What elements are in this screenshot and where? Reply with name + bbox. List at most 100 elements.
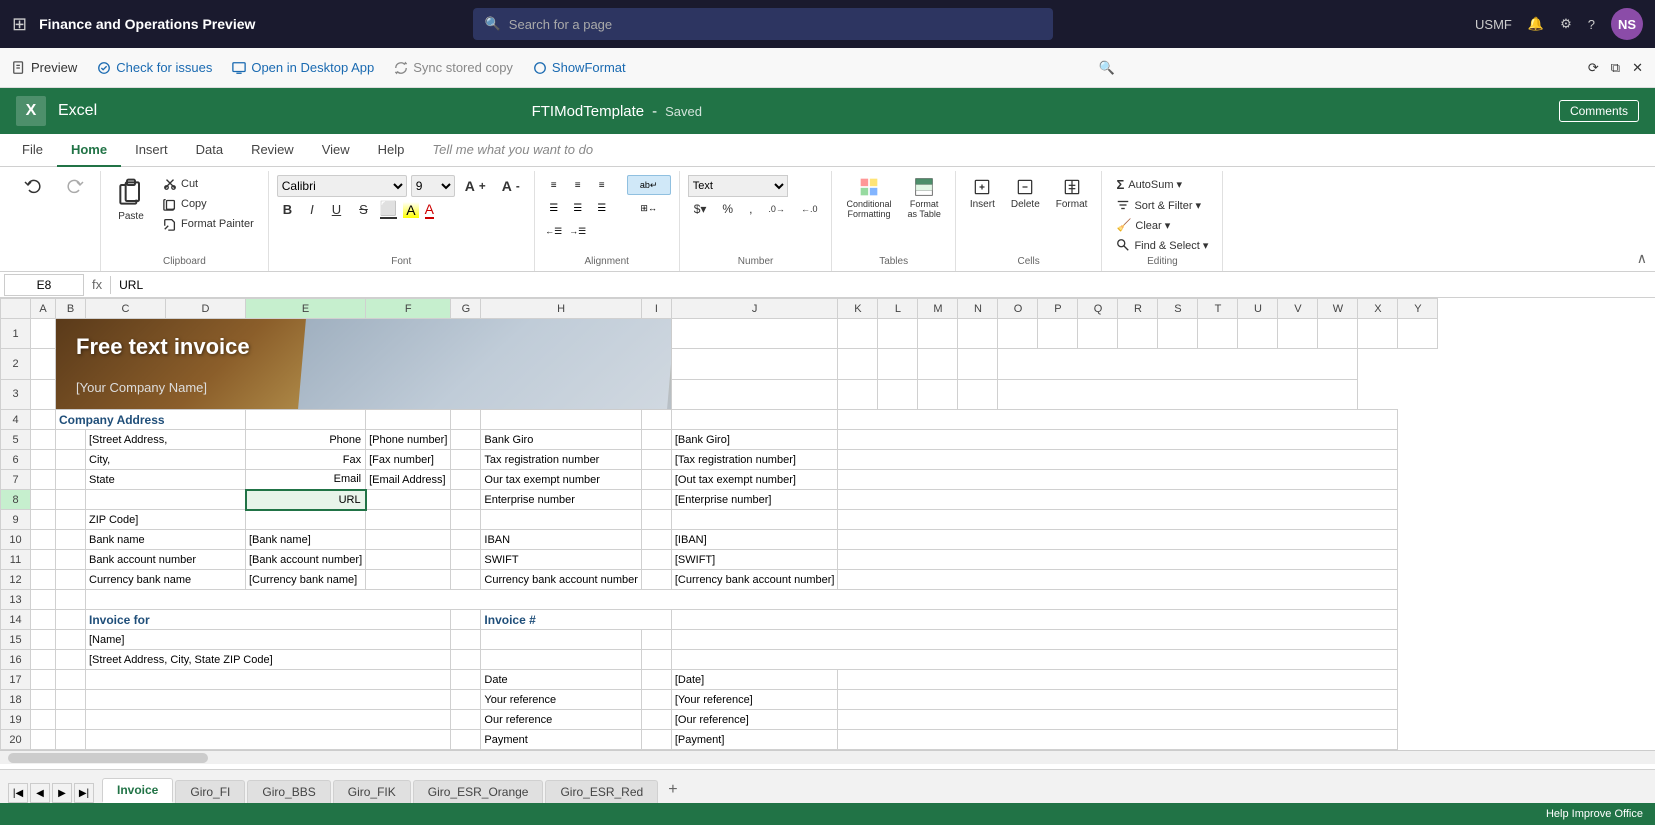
row-header-4[interactable]: 4 bbox=[1, 410, 31, 430]
col-header-n[interactable]: N bbox=[958, 299, 998, 319]
user-avatar[interactable]: NS bbox=[1611, 8, 1643, 40]
search-bar[interactable]: 🔍 Search for a page bbox=[473, 8, 1053, 40]
cell-i9[interactable] bbox=[641, 510, 671, 530]
cell-b8[interactable] bbox=[56, 490, 86, 510]
cell-h18[interactable]: Your reference bbox=[481, 690, 641, 710]
cell-j3[interactable] bbox=[671, 379, 838, 409]
cell-o1[interactable] bbox=[998, 319, 1038, 349]
cell-b4[interactable]: Company Address bbox=[56, 410, 246, 430]
cell-k5[interactable] bbox=[838, 430, 1398, 450]
col-header-w[interactable]: W bbox=[1318, 299, 1358, 319]
minimize-icon[interactable]: ⟳ bbox=[1588, 60, 1599, 76]
cell-e10[interactable]: [Bank name] bbox=[246, 530, 366, 550]
row-header-1[interactable]: 1 bbox=[1, 319, 31, 349]
wrap-text-button[interactable]: ab↵ bbox=[627, 175, 671, 195]
cell-i18[interactable] bbox=[641, 690, 671, 710]
cell-f4[interactable] bbox=[366, 410, 451, 430]
cell-c6[interactable]: City, bbox=[86, 450, 246, 470]
col-header-g[interactable]: G bbox=[451, 299, 481, 319]
cell-e11[interactable]: [Bank account number] bbox=[246, 550, 366, 570]
cell-j9[interactable] bbox=[671, 510, 838, 530]
cell-j14[interactable] bbox=[671, 610, 1398, 630]
cell-b9[interactable] bbox=[56, 510, 86, 530]
cell-h4[interactable] bbox=[481, 410, 641, 430]
col-header-b[interactable]: B bbox=[56, 299, 86, 319]
close-icon[interactable]: ✕ bbox=[1632, 60, 1643, 76]
copy-button[interactable]: Copy bbox=[157, 195, 260, 213]
cell-c7[interactable]: State bbox=[86, 470, 246, 490]
cell-h7[interactable]: Our tax exempt number bbox=[481, 470, 641, 490]
row-header-8[interactable]: 8 bbox=[1, 490, 31, 510]
cell-b12[interactable] bbox=[56, 570, 86, 590]
cell-c12[interactable]: Currency bank name bbox=[86, 570, 246, 590]
cell-k8[interactable] bbox=[838, 490, 1398, 510]
conditional-formatting-button[interactable]: ConditionalFormatting bbox=[840, 175, 897, 221]
col-header-i[interactable]: I bbox=[641, 299, 671, 319]
cell-y1[interactable] bbox=[1398, 319, 1438, 349]
cell-a19[interactable] bbox=[31, 710, 56, 730]
cell-k19[interactable] bbox=[838, 710, 1398, 730]
cell-f11[interactable] bbox=[366, 550, 451, 570]
cell-a4[interactable] bbox=[31, 410, 56, 430]
cell-a20[interactable] bbox=[31, 730, 56, 750]
cell-e5[interactable]: Phone bbox=[246, 430, 366, 450]
cell-j11[interactable]: [SWIFT] bbox=[671, 550, 838, 570]
cell-c20[interactable] bbox=[86, 730, 451, 750]
redo-button[interactable] bbox=[56, 175, 92, 199]
cell-c13[interactable] bbox=[86, 590, 1398, 610]
cell-g5[interactable] bbox=[451, 430, 481, 450]
col-header-t[interactable]: T bbox=[1198, 299, 1238, 319]
cell-b11[interactable] bbox=[56, 550, 86, 570]
cell-b6[interactable] bbox=[56, 450, 86, 470]
cell-o2[interactable] bbox=[998, 349, 1358, 379]
row-header-13[interactable]: 13 bbox=[1, 590, 31, 610]
cell-c14[interactable]: Invoice for bbox=[86, 610, 451, 630]
cell-e12[interactable]: [Currency bank name] bbox=[246, 570, 366, 590]
col-header-c[interactable]: C bbox=[86, 299, 166, 319]
underline-button[interactable]: U bbox=[326, 200, 347, 219]
cell-a15[interactable] bbox=[31, 630, 56, 650]
col-header-x[interactable]: X bbox=[1358, 299, 1398, 319]
cell-g15[interactable] bbox=[451, 630, 481, 650]
font-name-select[interactable]: Calibri bbox=[277, 175, 407, 197]
row-header-12[interactable]: 12 bbox=[1, 570, 31, 590]
cell-c5[interactable]: [Street Address, bbox=[86, 430, 246, 450]
increase-font-button[interactable]: A+ bbox=[459, 176, 492, 196]
cell-g18[interactable] bbox=[451, 690, 481, 710]
comments-button[interactable]: Comments bbox=[1559, 100, 1639, 122]
cell-b7[interactable] bbox=[56, 470, 86, 490]
cell-c18[interactable] bbox=[86, 690, 451, 710]
bold-button[interactable]: B bbox=[277, 200, 298, 219]
cell-h5[interactable]: Bank Giro bbox=[481, 430, 641, 450]
sheet-next-button[interactable]: ▶ bbox=[52, 783, 72, 803]
tab-insert[interactable]: Insert bbox=[121, 134, 182, 167]
cell-k1[interactable] bbox=[838, 319, 878, 349]
sheet-tab-giro-esr-red[interactable]: Giro_ESR_Red bbox=[545, 780, 658, 803]
sheet-last-button[interactable]: ▶| bbox=[74, 783, 94, 803]
col-header-r[interactable]: R bbox=[1118, 299, 1158, 319]
cell-a11[interactable] bbox=[31, 550, 56, 570]
cell-e8[interactable]: URL bbox=[246, 490, 366, 510]
cell-b13[interactable] bbox=[56, 590, 86, 610]
sheet-first-button[interactable]: |◀ bbox=[8, 783, 28, 803]
cell-g11[interactable] bbox=[451, 550, 481, 570]
cell-i7[interactable] bbox=[641, 470, 671, 490]
spreadsheet-container[interactable]: A B C D E F G H I J K L M N O P Q bbox=[0, 298, 1655, 769]
cell-a2[interactable] bbox=[31, 349, 56, 379]
cell-h9[interactable] bbox=[481, 510, 641, 530]
cell-h17[interactable]: Date bbox=[481, 670, 641, 690]
cell-h8[interactable]: Enterprise number bbox=[481, 490, 641, 510]
cell-a16[interactable] bbox=[31, 650, 56, 670]
cell-g14[interactable] bbox=[451, 610, 481, 630]
cell-m2[interactable] bbox=[918, 349, 958, 379]
cell-b14[interactable] bbox=[56, 610, 86, 630]
cell-h11[interactable]: SWIFT bbox=[481, 550, 641, 570]
cell-reference-input[interactable]: E8 bbox=[4, 274, 84, 296]
cell-j16[interactable] bbox=[671, 650, 1398, 670]
cell-i11[interactable] bbox=[641, 550, 671, 570]
cell-v1[interactable] bbox=[1278, 319, 1318, 349]
cell-g17[interactable] bbox=[451, 670, 481, 690]
col-header-h[interactable]: H bbox=[481, 299, 641, 319]
cell-b18[interactable] bbox=[56, 690, 86, 710]
cell-k20[interactable] bbox=[838, 730, 1398, 750]
